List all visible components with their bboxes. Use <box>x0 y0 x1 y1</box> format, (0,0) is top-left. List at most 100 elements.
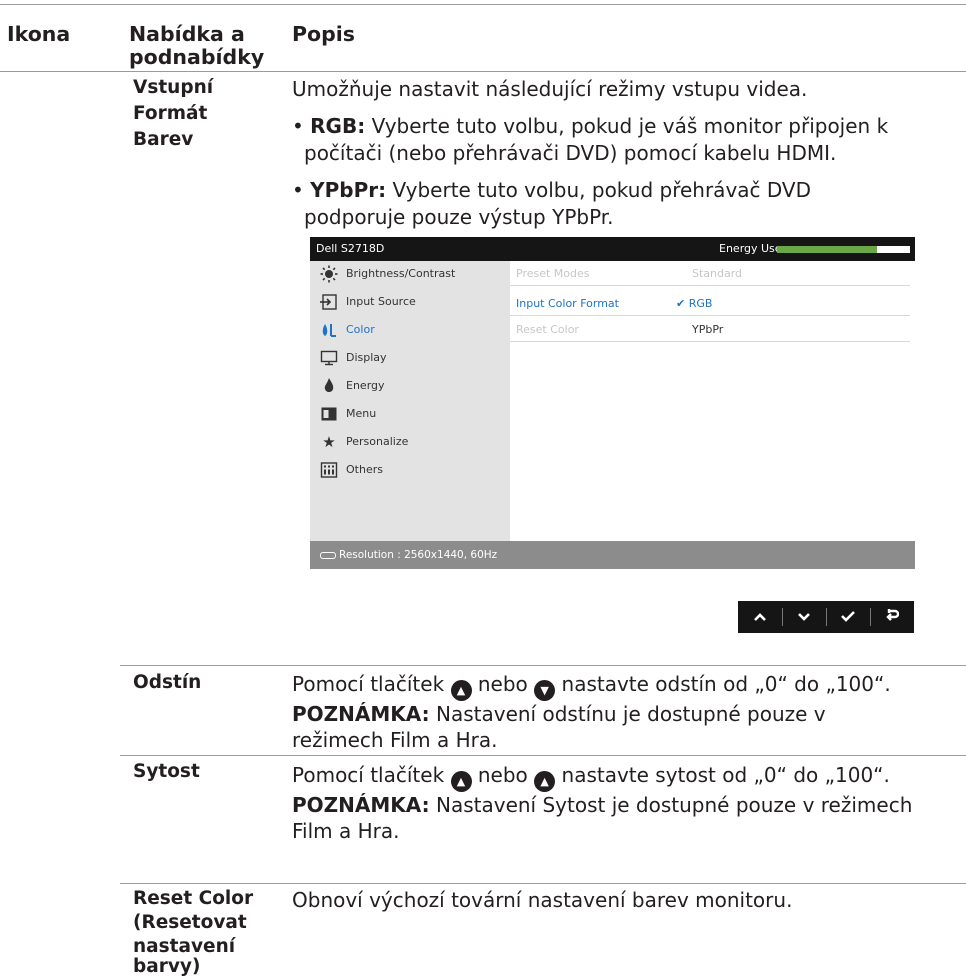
osd-item-others[interactable]: Others <box>310 457 510 485</box>
osd-row-input-color-format[interactable]: Input Color Format ✔ RGB <box>510 291 910 316</box>
chevron-down-icon <box>798 613 810 621</box>
back-button[interactable] <box>870 601 914 633</box>
osd-item-display[interactable]: Display <box>310 345 510 373</box>
reset-text: Obnoví výchozí tovární nastavení barev m… <box>292 888 793 912</box>
osd-energy-fill <box>777 246 877 253</box>
ypbpr-option-line2: podporuje pouze výstup YPbPr. <box>304 205 614 229</box>
osd-item-label: Display <box>346 351 387 364</box>
osd-resolution: Resolution : 2560x1440, 60Hz <box>339 549 498 561</box>
back-icon <box>886 609 900 621</box>
menu-icon <box>320 405 338 423</box>
osd-nav-buttons <box>738 601 914 633</box>
input-icon <box>320 293 338 311</box>
up-arrow-icon: ▲ <box>534 771 556 792</box>
osd-row-reset-color[interactable]: Reset Color YPbPr <box>510 317 910 342</box>
ok-button[interactable] <box>826 601 870 633</box>
hue-note-term: POZNÁMKA: <box>292 702 430 726</box>
osd-row-label: Preset Modes <box>516 267 590 280</box>
hue-note-text: Nastavení odstínu je dostupné pouze v <box>429 702 826 726</box>
input-format-label-line3: Barev <box>133 129 194 150</box>
checkmark-icon <box>841 611 855 622</box>
osd-menu-illustration: Dell S2718D Energy Use Brightness/Contra… <box>310 237 915 569</box>
saturation-text: Pomocí tlačítek ▲ nebo ▲ nastavte sytost… <box>292 762 890 792</box>
osd-item-menu[interactable]: Menu <box>310 401 510 429</box>
osd-item-energy[interactable]: Energy <box>310 373 510 401</box>
hue-text-c: nastavte odstín od „0“ do „100“. <box>555 672 891 696</box>
osd-row-label: Input Color Format <box>516 297 619 310</box>
osd-item-personalize[interactable]: ★ Personalize <box>310 429 510 457</box>
osd-energy-meter <box>777 246 910 253</box>
header-rule <box>0 71 966 72</box>
flame-icon <box>320 377 338 395</box>
ypbpr-term: YPbPr: <box>310 178 387 202</box>
rgb-text-line1: Vyberte tuto volbu, pokud je váš monitor… <box>365 114 889 138</box>
up-button[interactable] <box>738 601 782 633</box>
osd-item-label: Others <box>346 463 383 476</box>
osd-energy-label: Energy Use <box>719 242 782 255</box>
monitor-icon <box>320 349 338 367</box>
resolution-icon <box>320 552 336 559</box>
saturation-label: Sytost <box>133 761 200 782</box>
star-icon: ★ <box>322 433 336 451</box>
header-description-col: Popis <box>292 22 356 46</box>
rgb-term: RGB: <box>310 114 366 138</box>
input-format-label-line2: Formát <box>133 103 208 124</box>
up-arrow-icon: ▲ <box>450 771 472 792</box>
hue-note-line1: POZNÁMKA: Nastavení odstínu je dostupné … <box>292 701 826 728</box>
input-format-intro: Umožňuje nastavit následující režimy vst… <box>292 77 808 101</box>
osd-item-brightness[interactable]: Brightness/Contrast <box>310 261 510 289</box>
osd-item-label: Menu <box>346 407 377 420</box>
chevron-up-icon <box>754 613 766 621</box>
hue-label: Odstín <box>133 672 202 693</box>
reset-label-line2: (Resetovat <box>133 912 247 933</box>
hue-text-b: nebo <box>471 672 535 696</box>
down-arrow-icon: ▼ <box>534 680 556 701</box>
checkmark-icon: ✔ <box>676 297 686 310</box>
saturation-text-b: nebo <box>471 763 535 787</box>
osd-row-label: Reset Color <box>516 323 579 336</box>
osd-item-label: Color <box>346 323 375 336</box>
osd-item-input-source[interactable]: Input Source <box>310 289 510 317</box>
osd-item-label: Energy <box>346 379 385 392</box>
hue-note-line2: režimech Film a Hra. <box>292 728 498 752</box>
input-format-label-line1: Vstupní <box>133 77 214 98</box>
osd-row-value: ✔ RGB <box>676 297 712 310</box>
osd-item-label: Personalize <box>346 435 409 448</box>
osd-menu-list: Brightness/Contrast Input Source Color D… <box>310 261 510 541</box>
osd-model-title: Dell S2718D <box>316 242 385 255</box>
reset-label-line1: Reset Color <box>133 888 254 909</box>
header-menu-col-line1: Nabídka a <box>129 22 245 46</box>
rule-before-reset <box>120 883 966 884</box>
rgb-option-line1: • RGB: Vyberte tuto volbu, pokud je váš … <box>292 114 889 138</box>
saturation-note-line1: POZNÁMKA: Nastavení Sytost je dostupné p… <box>292 792 912 819</box>
saturation-note-term: POZNÁMKA: <box>292 793 430 817</box>
saturation-text-c: nastavte sytost od „0“ do „100“. <box>555 763 890 787</box>
osd-row-value: YPbPr <box>692 323 724 336</box>
osd-item-color[interactable]: Color <box>310 317 510 345</box>
color-icon <box>320 321 338 339</box>
osd-item-label: Input Source <box>346 295 416 308</box>
others-icon <box>320 461 338 479</box>
hue-text-a: Pomocí tlačítek <box>292 672 451 696</box>
ypbpr-text-line1: Vyberte tuto volbu, pokud přehrávač DVD <box>386 178 812 202</box>
rule-before-hue <box>120 665 966 666</box>
saturation-text-a: Pomocí tlačítek <box>292 763 451 787</box>
osd-title-bar: Dell S2718D Energy Use <box>310 237 915 261</box>
hue-text: Pomocí tlačítek ▲ nebo ▼ nastavte odstín… <box>292 671 891 701</box>
osd-rgb-option: RGB <box>688 297 713 310</box>
saturation-note-text: Nastavení Sytost je dostupné pouze v rež… <box>429 793 913 817</box>
down-button[interactable] <box>782 601 826 633</box>
header-menu-col-line2: podnabídky <box>129 45 265 69</box>
sun-icon <box>320 265 338 283</box>
up-arrow-icon: ▲ <box>450 680 472 701</box>
ypbpr-option-line1: • YPbPr: Vyberte tuto volbu, pokud přehr… <box>292 178 812 202</box>
osd-row-value: Standard <box>692 267 743 280</box>
rgb-option-line2: počítači (nebo přehrávači DVD) pomocí ka… <box>304 141 837 165</box>
reset-label-line4: barvy) <box>133 956 201 977</box>
top-rule <box>0 4 966 5</box>
osd-row-preset-modes[interactable]: Preset Modes Standard <box>510 261 910 286</box>
rule-before-saturation <box>120 755 966 756</box>
header-icon-col: Ikona <box>7 22 71 46</box>
saturation-note-line2: Film a Hra. <box>292 819 400 843</box>
osd-item-label: Brightness/Contrast <box>346 267 456 280</box>
